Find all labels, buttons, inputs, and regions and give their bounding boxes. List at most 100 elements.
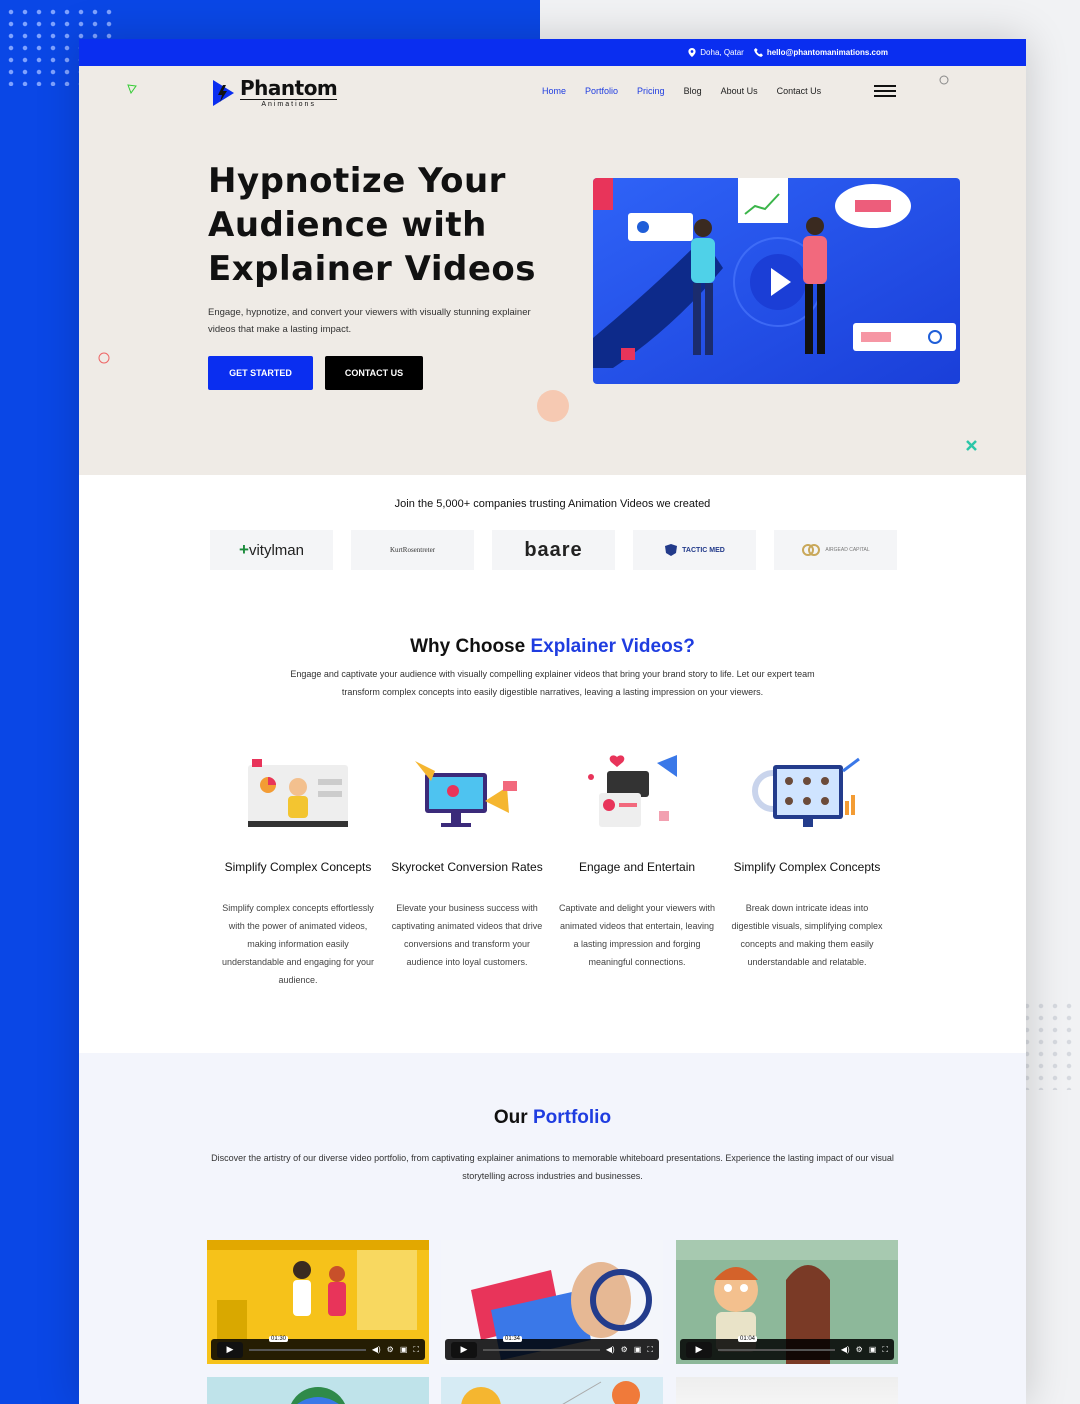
video-controls[interactable]: ▶ 01:34 ◀) ⚙ ▣ ⛶: [445, 1335, 659, 1360]
logo-icon: [213, 80, 234, 106]
location-text: Doha, Qatar: [700, 48, 744, 57]
video-progress[interactable]: 01:04: [718, 1335, 835, 1351]
triangle-decor-icon: [127, 84, 137, 94]
client-logo-text: AIRGEAD CAPITAL: [825, 547, 870, 553]
brand-logo[interactable]: Phantom Animations: [210, 76, 338, 108]
portfolio-title: Our Portfolio: [79, 1107, 1026, 1129]
play-button-icon[interactable]: ▶: [686, 1341, 712, 1358]
video-call-icon: [752, 757, 860, 827]
feature-text: Simplify complex concepts effortlessly w…: [221, 903, 375, 985]
location: Doha, Qatar: [688, 48, 744, 57]
video-time: 01:04: [738, 1335, 758, 1342]
nav-about[interactable]: About Us: [721, 86, 758, 96]
client-logo-text: KurtRosentreter: [389, 546, 436, 554]
hero-illustration: [593, 178, 960, 384]
video-thumbnail: [290, 1387, 346, 1404]
portfolio-title-b: Portfolio: [532, 1107, 612, 1128]
brand-name: Phantom: [240, 76, 338, 100]
portfolio-video[interactable]: ▶ 01:34 ◀) ⚙ ▣ ⛶: [441, 1240, 663, 1364]
feature-text: Elevate your business success with capti…: [391, 903, 543, 967]
feature-text: Captivate and delight your viewers with …: [558, 903, 716, 967]
email[interactable]: hello@phantomanimations.com: [753, 48, 888, 57]
video-progress[interactable]: 01:34: [483, 1335, 600, 1351]
portfolio-video[interactable]: ▶ 01:04 ◀) ⚙ ▣ ⛶: [676, 1240, 898, 1364]
email-text[interactable]: hello@phantomanimations.com: [767, 48, 888, 57]
video-time: 01:34: [503, 1335, 523, 1342]
client-logo: baare: [492, 530, 615, 570]
portfolio-video[interactable]: [441, 1377, 663, 1404]
feature-text: Break down intricate ideas into digestib…: [731, 903, 883, 967]
settings-icon[interactable]: ⚙: [621, 1345, 628, 1354]
pip-icon[interactable]: ▣: [869, 1345, 877, 1354]
feature-card: Engage and Entertain Captivate and delig…: [557, 751, 717, 971]
portfolio-video[interactable]: [676, 1377, 898, 1404]
video-time: 01:30: [269, 1335, 289, 1342]
feature-title: Skyrocket Conversion Rates: [391, 860, 543, 874]
portfolio-title-a: Our: [493, 1107, 533, 1128]
location-pin-icon: [688, 48, 696, 57]
main-nav: Home Portfolio Pricing Blog About Us Con…: [542, 86, 821, 96]
menu-icon[interactable]: [874, 85, 896, 97]
shield-icon: [665, 544, 678, 556]
client-logos: + vitylman KurtRosentreter baare TACTIC M…: [210, 530, 897, 570]
blob-decor: [537, 390, 569, 422]
nav-contact[interactable]: Contact Us: [777, 86, 822, 96]
volume-icon[interactable]: ◀): [606, 1345, 615, 1354]
decor-dots: [1020, 1000, 1080, 1090]
settings-icon[interactable]: ⚙: [856, 1345, 863, 1354]
hero-section: Phantom Animations Home Portfolio Pricing…: [79, 66, 1026, 475]
nav-portfolio[interactable]: Portfolio: [585, 86, 618, 96]
trust-text: Join the 5,000+ companies trusting Anima…: [394, 498, 711, 510]
brand-sub: Animations: [240, 99, 338, 108]
website-mockup: Doha, Qatar hello@phantomanimations.com …: [79, 39, 1026, 1404]
engagement-icon: [588, 755, 677, 827]
get-started-button[interactable]: GET STARTED: [208, 356, 313, 390]
feature-title: Engage and Entertain: [578, 860, 696, 874]
feature-card: Skyrocket Conversion Rates Elevate your …: [387, 751, 547, 971]
nav-blog[interactable]: Blog: [684, 86, 702, 96]
monitor-megaphone-icon: [415, 761, 517, 827]
why-description: Engage and captivate your audience with …: [290, 669, 815, 697]
client-logo: KurtRosentreter: [351, 530, 474, 570]
nav-home[interactable]: Home: [542, 86, 566, 96]
video-controls[interactable]: ▶ 01:30 ◀) ⚙ ▣ ⛶: [211, 1335, 425, 1360]
portfolio-description: Discover the artistry of our diverse vid…: [211, 1153, 894, 1181]
settings-icon[interactable]: ⚙: [387, 1345, 394, 1354]
client-logo-text: baare: [524, 538, 583, 561]
cross-decor-icon: [966, 440, 977, 451]
nav-pricing[interactable]: Pricing: [637, 86, 665, 96]
knot-icon: [802, 544, 821, 556]
hero-video-thumbnail[interactable]: [593, 178, 960, 384]
fullscreen-icon[interactable]: ⛶: [647, 1345, 653, 1355]
video-controls[interactable]: ▶ 01:04 ◀) ⚙ ▣ ⛶: [680, 1335, 894, 1360]
fullscreen-icon[interactable]: ⛶: [413, 1345, 419, 1355]
client-logo: TACTIC MED: [633, 530, 756, 570]
client-logo-text: vitylman: [248, 541, 304, 559]
why-title-a: Why Choose: [410, 636, 531, 657]
why-title-b: Explainer Videos?: [530, 636, 695, 657]
play-button-icon[interactable]: ▶: [451, 1341, 477, 1358]
volume-icon[interactable]: ◀): [841, 1345, 850, 1354]
feature-card: Simplify Complex Concepts Simplify compl…: [218, 751, 378, 989]
presentation-icon: [248, 759, 348, 827]
pip-icon[interactable]: ▣: [400, 1345, 408, 1354]
pip-icon[interactable]: ▣: [634, 1345, 642, 1354]
phone-icon: [753, 48, 763, 57]
video-progress[interactable]: 01:30: [249, 1335, 366, 1351]
top-bar: Doha, Qatar hello@phantomanimations.com: [79, 39, 1026, 66]
portfolio-video[interactable]: ▶ 01:30 ◀) ⚙ ▣ ⛶: [207, 1240, 429, 1364]
fullscreen-icon[interactable]: ⛶: [882, 1345, 888, 1355]
feature-title: Simplify Complex Concepts: [224, 860, 372, 874]
client-logo-text: TACTIC MED: [682, 546, 725, 554]
client-logo: + vitylman: [210, 530, 333, 570]
circle-decor-icon: [939, 75, 949, 85]
contact-us-button[interactable]: CONTACT US: [325, 356, 423, 390]
hero-title: Hypnotize Your Audience with Explainer V…: [208, 161, 536, 289]
circle-decor-icon: [98, 352, 110, 364]
video-thumbnail: [461, 1381, 640, 1404]
hero-text: Engage, hypnotize, and convert your view…: [208, 307, 531, 335]
play-button-icon[interactable]: ▶: [217, 1341, 243, 1358]
feature-card: Simplify Complex Concepts Break down int…: [727, 751, 887, 971]
volume-icon[interactable]: ◀): [372, 1345, 381, 1354]
portfolio-video[interactable]: [207, 1377, 429, 1404]
